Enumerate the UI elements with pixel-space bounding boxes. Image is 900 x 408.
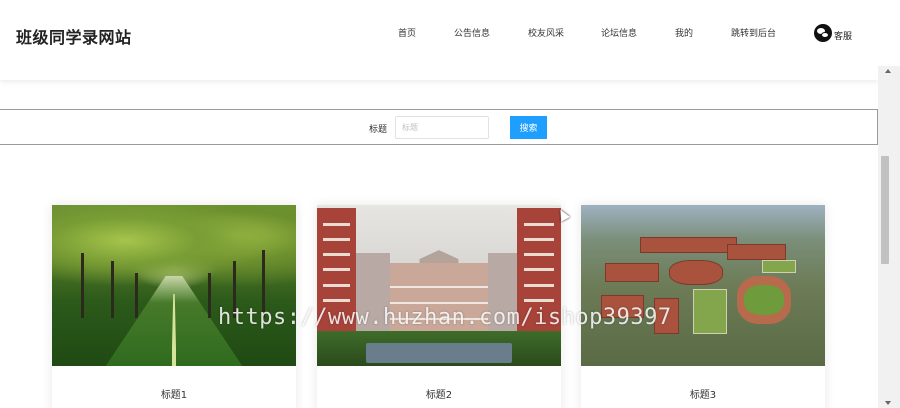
site-logo-title[interactable]: 班级同学录网站: [16, 24, 132, 48]
nav-item-mine[interactable]: 我的: [675, 26, 693, 39]
page-scrollbar[interactable]: [878, 0, 900, 408]
customer-service-label: 客服: [834, 32, 853, 42]
card-title-2[interactable]: 标题2: [317, 386, 561, 401]
scroll-down-arrow-icon[interactable]: [878, 398, 900, 408]
nav-item-announcements[interactable]: 公告信息: [454, 26, 490, 39]
card-image-2[interactable]: [317, 205, 561, 366]
card-image-1[interactable]: [52, 205, 296, 366]
scroll-up-arrow-icon[interactable]: [878, 66, 900, 78]
scrollbar-thumb[interactable]: [881, 156, 889, 264]
nav-item-admin[interactable]: 跳转到后台: [731, 26, 776, 39]
nav-item-home[interactable]: 首页: [398, 26, 416, 39]
customer-service-link[interactable]: 客服: [814, 23, 852, 42]
wechat-icon: [814, 23, 832, 42]
card-title-1[interactable]: 标题1: [52, 386, 296, 401]
watermark-text: https://www.huzhan.com/ishop39397: [218, 305, 672, 330]
page: 班级同学录网站 首页 公告信息 校友风采 论坛信息 我的 跳转到后台 客服 标题…: [0, 0, 900, 408]
nav-item-alumni[interactable]: 校友风采: [528, 26, 564, 39]
search-bar: 标题 搜索: [0, 109, 878, 145]
card-title-3[interactable]: 标题3: [581, 386, 825, 401]
card-image-3[interactable]: [581, 205, 825, 366]
title-search-input[interactable]: [395, 116, 489, 139]
search-button[interactable]: 搜索: [510, 116, 547, 139]
top-header: 班级同学录网站 首页 公告信息 校友风采 论坛信息 我的 跳转到后台 客服: [0, 0, 878, 80]
nav-item-forum[interactable]: 论坛信息: [601, 26, 637, 39]
search-label: 标题: [369, 125, 388, 135]
